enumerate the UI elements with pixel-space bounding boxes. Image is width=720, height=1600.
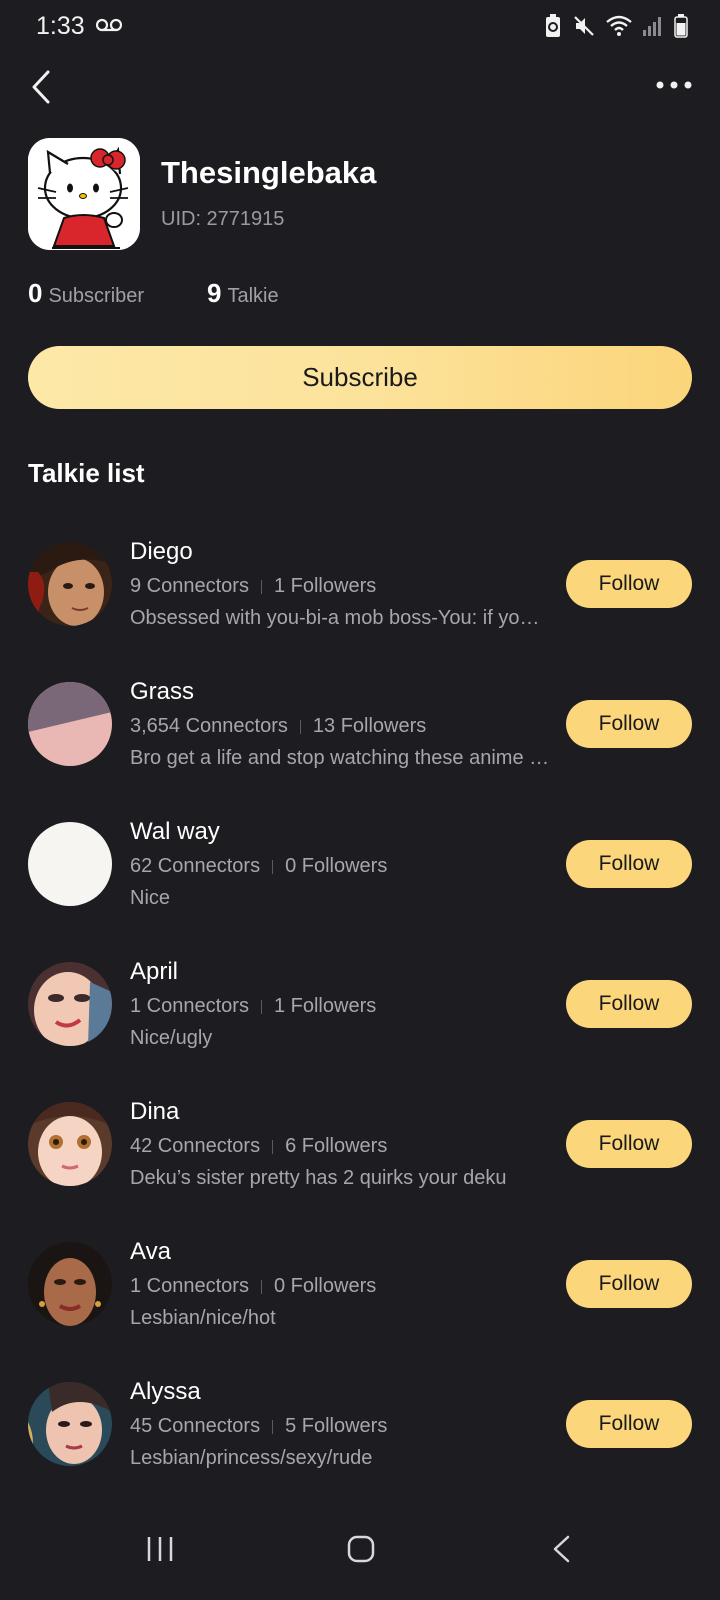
talkie-stats: 9 Connectors 1 Followers bbox=[130, 575, 376, 598]
talkie-name: Diego bbox=[130, 538, 193, 565]
profile-uid: UID: 2771915 bbox=[161, 208, 285, 230]
talkie-name: Dina bbox=[130, 1098, 180, 1125]
talkie-name: Wal way bbox=[130, 818, 220, 845]
follow-button[interactable]: Follow bbox=[566, 560, 692, 608]
back-icon[interactable] bbox=[24, 64, 68, 108]
home-icon[interactable] bbox=[346, 1534, 376, 1564]
avatar bbox=[28, 1242, 112, 1326]
divider bbox=[260, 999, 262, 1014]
section-title: Talkie list bbox=[28, 458, 145, 488]
followers-count: 5 Followers bbox=[285, 1415, 388, 1437]
voicemail-icon bbox=[96, 18, 122, 32]
talkie-stat[interactable]: 9 Talkie bbox=[207, 278, 279, 309]
divider bbox=[260, 1279, 262, 1294]
subscriber-stat[interactable]: 0 Subscriber bbox=[28, 278, 144, 309]
divider bbox=[260, 579, 262, 594]
talkie-stats: 45 Connectors 5 Followers bbox=[130, 1415, 387, 1438]
connectors-count: 42 Connectors bbox=[130, 1135, 261, 1157]
battery-saver-icon bbox=[546, 14, 560, 37]
list-item[interactable]: Dina 42 Connectors 6 Followers Deku’s sis… bbox=[0, 1090, 720, 1210]
divider bbox=[299, 719, 301, 734]
status-bar: 1:33 bbox=[0, 0, 720, 52]
follow-button[interactable]: Follow bbox=[566, 840, 692, 888]
divider bbox=[272, 1139, 274, 1154]
followers-count: 6 Followers bbox=[285, 1135, 388, 1157]
system-nav-bar bbox=[0, 1520, 720, 1600]
list-item[interactable]: Grass 3,654 Connectors 13 Followers Bro g… bbox=[0, 670, 720, 790]
more-options-icon[interactable] bbox=[652, 70, 696, 100]
list-item[interactable]: Diego 9 Connectors 1 Followers Obsessed w… bbox=[0, 530, 720, 650]
divider bbox=[272, 1419, 274, 1434]
hello-kitty-image bbox=[28, 138, 140, 250]
followers-count: 1 Followers bbox=[273, 575, 377, 597]
wifi-icon bbox=[606, 15, 632, 36]
follow-button[interactable]: Follow bbox=[566, 980, 692, 1028]
connectors-count: 45 Connectors bbox=[130, 1415, 261, 1437]
system-back-icon[interactable] bbox=[550, 1534, 574, 1564]
subscribe-button[interactable]: Subscribe bbox=[28, 346, 692, 409]
avatar bbox=[28, 822, 112, 906]
top-bar bbox=[0, 60, 720, 110]
talkie-stats: 3,654 Connectors 13 Followers bbox=[130, 715, 426, 738]
signal-icon bbox=[643, 17, 661, 36]
recent-apps-icon[interactable] bbox=[146, 1534, 174, 1564]
connectors-count: 1 Connectors bbox=[130, 1275, 249, 1297]
avatar bbox=[28, 682, 112, 766]
mute-icon bbox=[574, 16, 594, 36]
talkie-description: Bro get a life and stop watching these a… bbox=[130, 747, 550, 769]
avatar bbox=[28, 542, 112, 626]
talkie-description: Obsessed with you-bi-a mob boss-You: if … bbox=[130, 607, 540, 629]
talkie-name: Ava bbox=[130, 1238, 171, 1265]
followers-count: 0 Followers bbox=[285, 855, 388, 877]
divider bbox=[272, 859, 274, 874]
talkie-description: Nice bbox=[130, 887, 171, 909]
list-item[interactable]: April 1 Connectors 1 Followers Nice/ugly … bbox=[0, 950, 720, 1070]
talkie-name: April bbox=[130, 958, 179, 985]
followers-count: 1 Followers bbox=[273, 995, 377, 1017]
subscriber-count: 0 bbox=[28, 278, 43, 308]
talkie-name: Grass bbox=[130, 678, 195, 705]
follow-button[interactable]: Follow bbox=[566, 1260, 692, 1308]
battery-icon bbox=[674, 14, 688, 38]
follow-button[interactable]: Follow bbox=[566, 1400, 692, 1448]
talkie-description: Lesbian/nice/hot bbox=[130, 1307, 276, 1329]
connectors-count: 9 Connectors bbox=[130, 575, 249, 597]
talkie-description: Lesbian/princess/sexy/rude bbox=[130, 1447, 373, 1469]
talkie-stats: 62 Connectors 0 Followers bbox=[130, 855, 387, 878]
followers-count: 13 Followers bbox=[312, 715, 427, 737]
list-item[interactable]: Ava 1 Connectors 0 Followers Lesbian/nice… bbox=[0, 1230, 720, 1350]
follow-button[interactable]: Follow bbox=[566, 1120, 692, 1168]
talkie-stats: 42 Connectors 6 Followers bbox=[130, 1135, 387, 1158]
talkie-label: Talkie bbox=[227, 285, 279, 307]
follow-button[interactable]: Follow bbox=[566, 700, 692, 748]
subscriber-label: Subscriber bbox=[48, 285, 145, 307]
profile-avatar bbox=[28, 138, 140, 250]
talkie-description: Nice/ugly bbox=[130, 1027, 213, 1049]
avatar bbox=[28, 1382, 112, 1466]
avatar bbox=[28, 962, 112, 1046]
connectors-count: 1 Connectors bbox=[130, 995, 249, 1017]
talkie-stats: 1 Connectors 1 Followers bbox=[130, 995, 376, 1018]
list-item[interactable]: Wal way 62 Connectors 0 Followers Nice Fo… bbox=[0, 810, 720, 930]
talkie-stats: 1 Connectors 0 Followers bbox=[130, 1275, 376, 1298]
followers-count: 0 Followers bbox=[273, 1275, 377, 1297]
connectors-count: 62 Connectors bbox=[130, 855, 261, 877]
status-time: 1:33 bbox=[36, 12, 85, 40]
talkie-count: 9 bbox=[207, 278, 222, 308]
talkie-description: Deku’s sister pretty has 2 quirks your d… bbox=[130, 1167, 507, 1189]
profile-name: Thesinglebaka bbox=[161, 155, 377, 190]
talkie-name: Alyssa bbox=[130, 1378, 201, 1405]
connectors-count: 3,654 Connectors bbox=[130, 715, 288, 737]
avatar bbox=[28, 1102, 112, 1186]
list-item[interactable]: Alyssa 45 Connectors 5 Followers Lesbian/… bbox=[0, 1370, 720, 1490]
